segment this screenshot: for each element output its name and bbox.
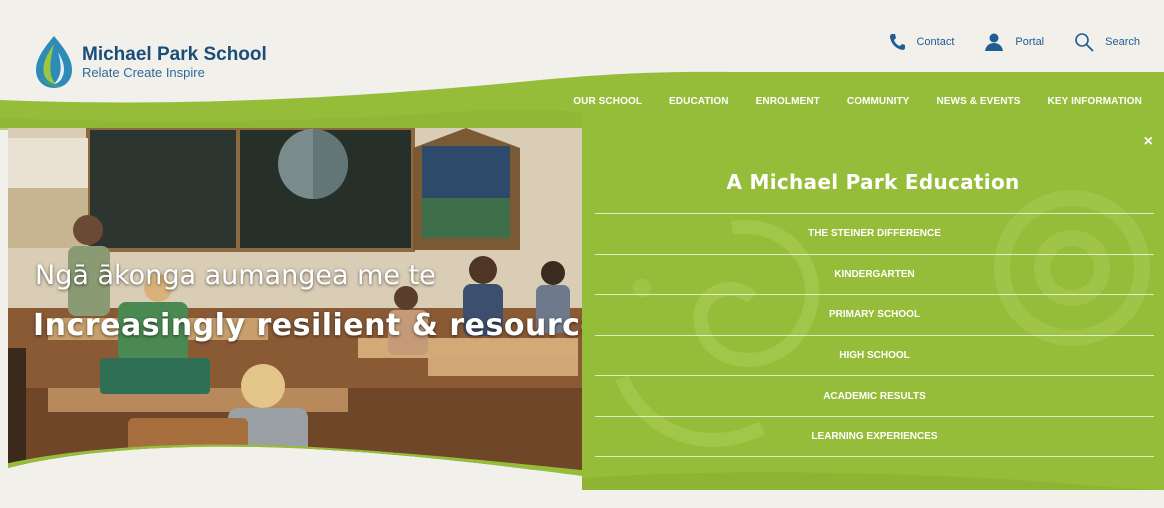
contact-link[interactable]: Contact <box>889 33 954 51</box>
close-icon[interactable]: × <box>1144 133 1153 151</box>
nav-news-events[interactable]: NEWS & EVENTS <box>936 96 1020 107</box>
hero-heading-maori: Ngā ākonga aumangea me te <box>35 260 436 291</box>
user-icon <box>985 33 1004 51</box>
nav-education[interactable]: EDUCATION <box>669 96 729 107</box>
nav-enrolment[interactable]: ENROLMENT <box>756 96 820 107</box>
hero-classroom-image <box>8 128 593 470</box>
menu-item-academic-results[interactable]: ACADEMIC RESULTS <box>595 375 1154 416</box>
menu-item-steiner-difference[interactable]: THE STEINER DIFFERENCE <box>595 213 1154 254</box>
logo-drop-icon <box>36 36 72 88</box>
menu-item-high-school[interactable]: HIGH SCHOOL <box>595 334 1154 376</box>
site-header: Michael Park School Relate Create Inspir… <box>0 0 1164 130</box>
nav-community[interactable]: COMMUNITY <box>847 96 910 107</box>
search-label: Search <box>1105 36 1140 48</box>
search-link[interactable]: Search <box>1074 32 1140 52</box>
dropdown-title: A Michael Park Education <box>726 170 1020 194</box>
hero-heading-english: Increasingly resilient & resourceful st <box>33 308 593 343</box>
education-dropdown-panel: × A Michael Park Education THE STEINER D… <box>582 128 1164 490</box>
main-nav: OUR SCHOOL EDUCATION ENROLMENT COMMUNITY… <box>546 96 1142 107</box>
contact-label: Contact <box>916 36 955 48</box>
portal-label: Portal <box>1015 36 1045 48</box>
nav-key-information[interactable]: KEY INFORMATION <box>1048 96 1142 107</box>
site-tagline: Relate Create Inspire <box>82 65 205 80</box>
portal-link[interactable]: Portal <box>984 32 1044 52</box>
dropdown-menu: THE STEINER DIFFERENCE KINDERGARTEN PRIM… <box>595 213 1154 457</box>
hero-banner: Ngā ākonga aumangea me te Increasingly r… <box>8 128 593 470</box>
site-logo[interactable]: Michael Park School Relate Create Inspir… <box>32 34 267 90</box>
menu-item-kindergarten[interactable]: KINDERGARTEN <box>595 253 1154 295</box>
menu-item-learning-experiences[interactable]: LEARNING EXPERIENCES <box>595 415 1154 457</box>
menu-item-primary-school[interactable]: PRIMARY SCHOOL <box>595 294 1154 335</box>
search-icon <box>1075 33 1094 52</box>
nav-our-school[interactable]: OUR SCHOOL <box>573 96 642 107</box>
phone-icon <box>890 34 906 50</box>
utility-nav: Contact Portal Search <box>859 32 1140 52</box>
site-name: Michael Park School <box>82 44 267 65</box>
